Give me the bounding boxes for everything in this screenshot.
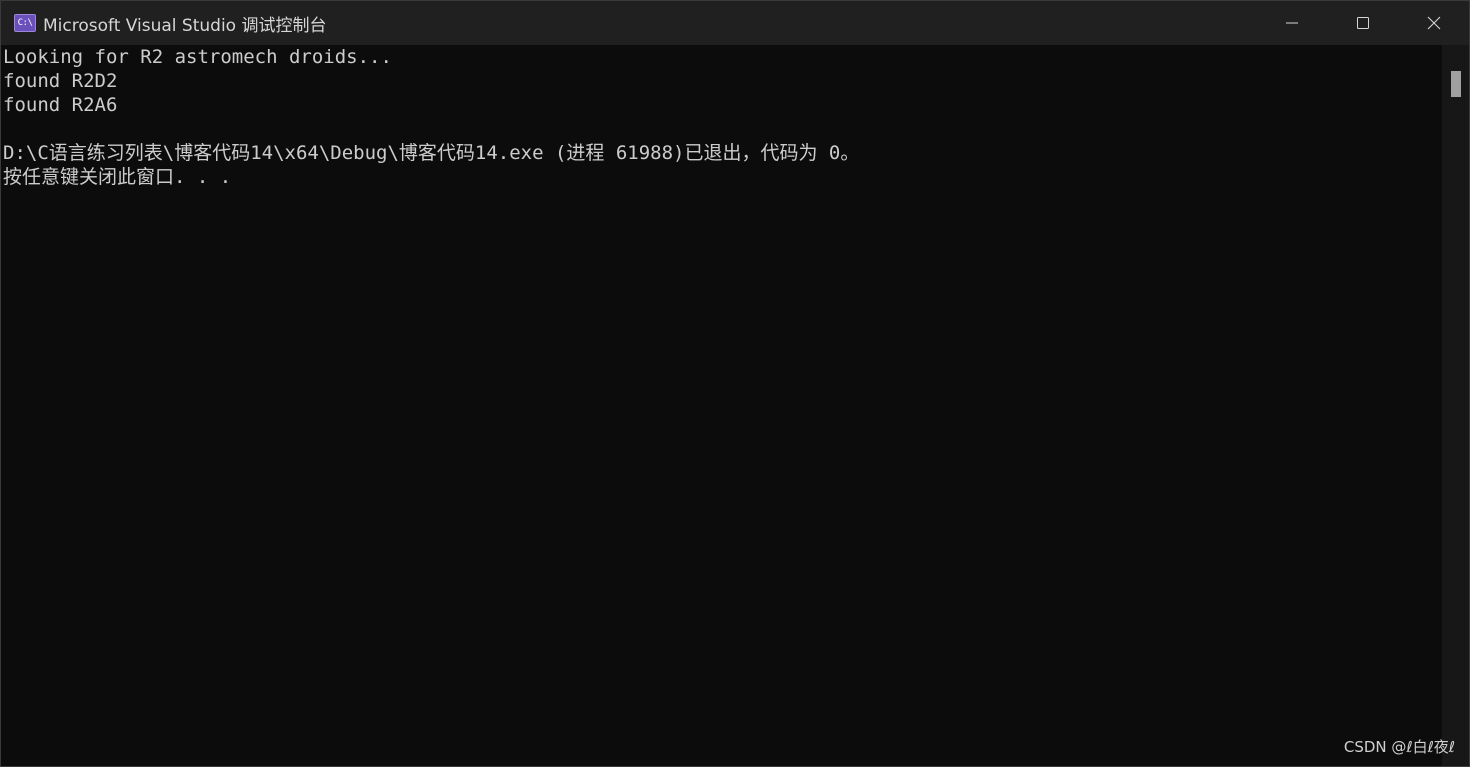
console-line: Looking for R2 astromech droids...: [3, 46, 392, 68]
console-line: 按任意键关闭此窗口. . .: [3, 166, 232, 188]
console-output[interactable]: Looking for R2 astromech droids... found…: [1, 45, 1443, 766]
console-line: found R2A6: [3, 94, 118, 116]
scrollbar-thumb[interactable]: [1451, 71, 1461, 97]
visual-studio-console-icon: C:\: [14, 14, 36, 32]
window-title: Microsoft Visual Studio 调试控制台: [43, 15, 327, 36]
close-button[interactable]: [1398, 1, 1469, 45]
minimize-button[interactable]: [1256, 1, 1327, 45]
window-controls: [1256, 1, 1469, 45]
close-icon: [1427, 16, 1440, 30]
maximize-icon: [1356, 17, 1369, 29]
console-line: D:\C语言练习列表\博客代码14\x64\Debug\博客代码14.exe (…: [3, 142, 860, 164]
console-window: C:\ Microsoft Visual Studio 调试控制台 Lookin…: [0, 0, 1470, 767]
console-line: found R2D2: [3, 70, 118, 92]
title-bar[interactable]: C:\ Microsoft Visual Studio 调试控制台: [1, 1, 1469, 45]
csdn-watermark: CSDN @ℓ白ℓ夜ℓ: [1343, 738, 1455, 756]
maximize-button[interactable]: [1327, 1, 1398, 45]
vertical-scrollbar[interactable]: [1442, 45, 1469, 766]
minimize-icon: [1285, 22, 1298, 24]
